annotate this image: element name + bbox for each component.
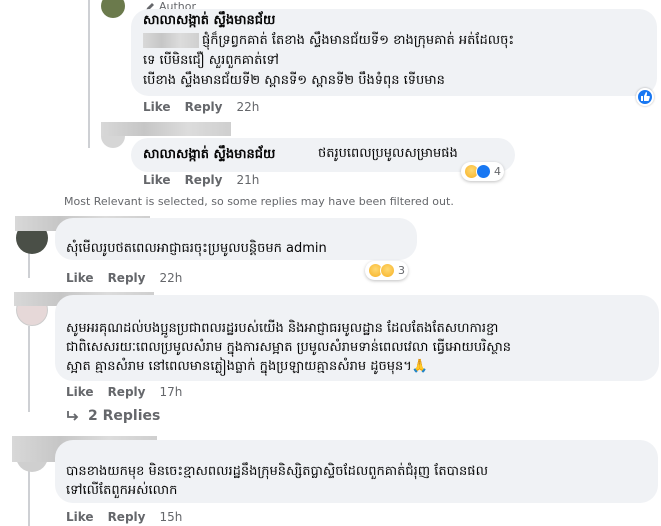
comment-text-line: បានខាងយកមុខ មិនចេះខ្មាសពលរដ្ឋនឹងក្រុមនិស… — [66, 464, 488, 479]
comment-text-line: សូមអរគុណដល់បងប្អូនប្រជាពលរដ្ឋរបស់យើង និង… — [66, 321, 499, 336]
reply-button[interactable]: Reply — [185, 100, 223, 114]
reaction-summary[interactable]: 4 — [461, 162, 504, 181]
thread-line — [28, 326, 30, 412]
thread-line — [88, 0, 90, 148]
thread-line — [28, 252, 30, 278]
commenter-name[interactable]: សាលាសង្កាត់ ស្ទឹងមានជ័យ — [143, 146, 275, 165]
reply-arrow-icon — [66, 409, 80, 423]
blurred-mention — [143, 33, 199, 48]
reply-button[interactable]: Reply — [108, 510, 146, 524]
care-reaction-icon — [380, 263, 395, 278]
filter-notice: Most Relevant is selected, so some repli… — [64, 195, 454, 208]
reaction-count: 4 — [494, 165, 501, 178]
comment-text-line: ជាពិសេសរយៈពេលប្រមូលសំរាម ក្នុងការសម្អាត … — [66, 340, 511, 355]
reply-button[interactable]: Reply — [108, 385, 146, 399]
like-reaction-icon — [476, 164, 491, 179]
comment-actions: Like Reply 17h — [66, 385, 182, 399]
commenter-name[interactable]: សាលាសង្កាត់ ស្ទឹងមានជ័យ — [143, 12, 275, 31]
comment-text-line: ស្អាត គ្មានសំរាម នៅពេលមានភ្លៀងធ្លាក់ ក្ន… — [66, 359, 428, 374]
comment-actions: Like Reply 15h — [66, 510, 182, 524]
blurred-name — [101, 122, 231, 136]
timestamp[interactable]: 15h — [159, 510, 182, 524]
comment-text-line: ទេ បើមិនជឿ សួរពួកគាត់ទៅ — [143, 53, 279, 68]
comment-actions: Like Reply 21h — [143, 173, 259, 187]
avatar[interactable] — [101, 0, 125, 18]
timestamp[interactable]: 22h — [236, 100, 259, 114]
comment-actions: Like Reply 22h — [143, 100, 259, 114]
comment-actions: Like Reply 22h — [66, 271, 182, 285]
like-button[interactable]: Like — [66, 271, 94, 285]
timestamp[interactable]: 22h — [159, 271, 182, 285]
comment-text: ថតរូបពេលប្រមូលសម្រាមផង — [318, 146, 458, 161]
comment-text-line: បើខាង ស្ទឹងមានជ័យទី២ ស្ពានទី១ ស្ពានទី២ ប… — [143, 73, 445, 88]
like-button[interactable]: Like — [143, 100, 171, 114]
view-replies-button[interactable]: 2 Replies — [66, 408, 160, 424]
reply-button[interactable]: Reply — [185, 173, 223, 187]
comment-text: សុំមើលរូបថតពេលអាជ្ញាធរចុះប្រមូលបន្តិចមក … — [66, 241, 327, 256]
timestamp[interactable]: 17h — [159, 385, 182, 399]
thread-line — [28, 466, 30, 526]
view-replies-label: 2 Replies — [88, 408, 161, 424]
reaction-summary[interactable]: 3 — [365, 261, 408, 280]
like-button[interactable]: Like — [66, 385, 94, 399]
like-button[interactable]: Like — [143, 173, 171, 187]
like-reaction-icon[interactable] — [636, 88, 654, 106]
comment-text-line: ទៅលើតែពួកអស់លោក — [66, 483, 178, 498]
reply-button[interactable]: Reply — [108, 271, 146, 285]
reaction-count: 3 — [398, 264, 405, 277]
comment-text-line: ផ្ញុំក៏ទ្រព្វកគាត់ តែខាង ស្ទឹងមានជ័យទី១ … — [202, 33, 515, 48]
timestamp[interactable]: 21h — [236, 173, 259, 187]
like-button[interactable]: Like — [66, 510, 94, 524]
